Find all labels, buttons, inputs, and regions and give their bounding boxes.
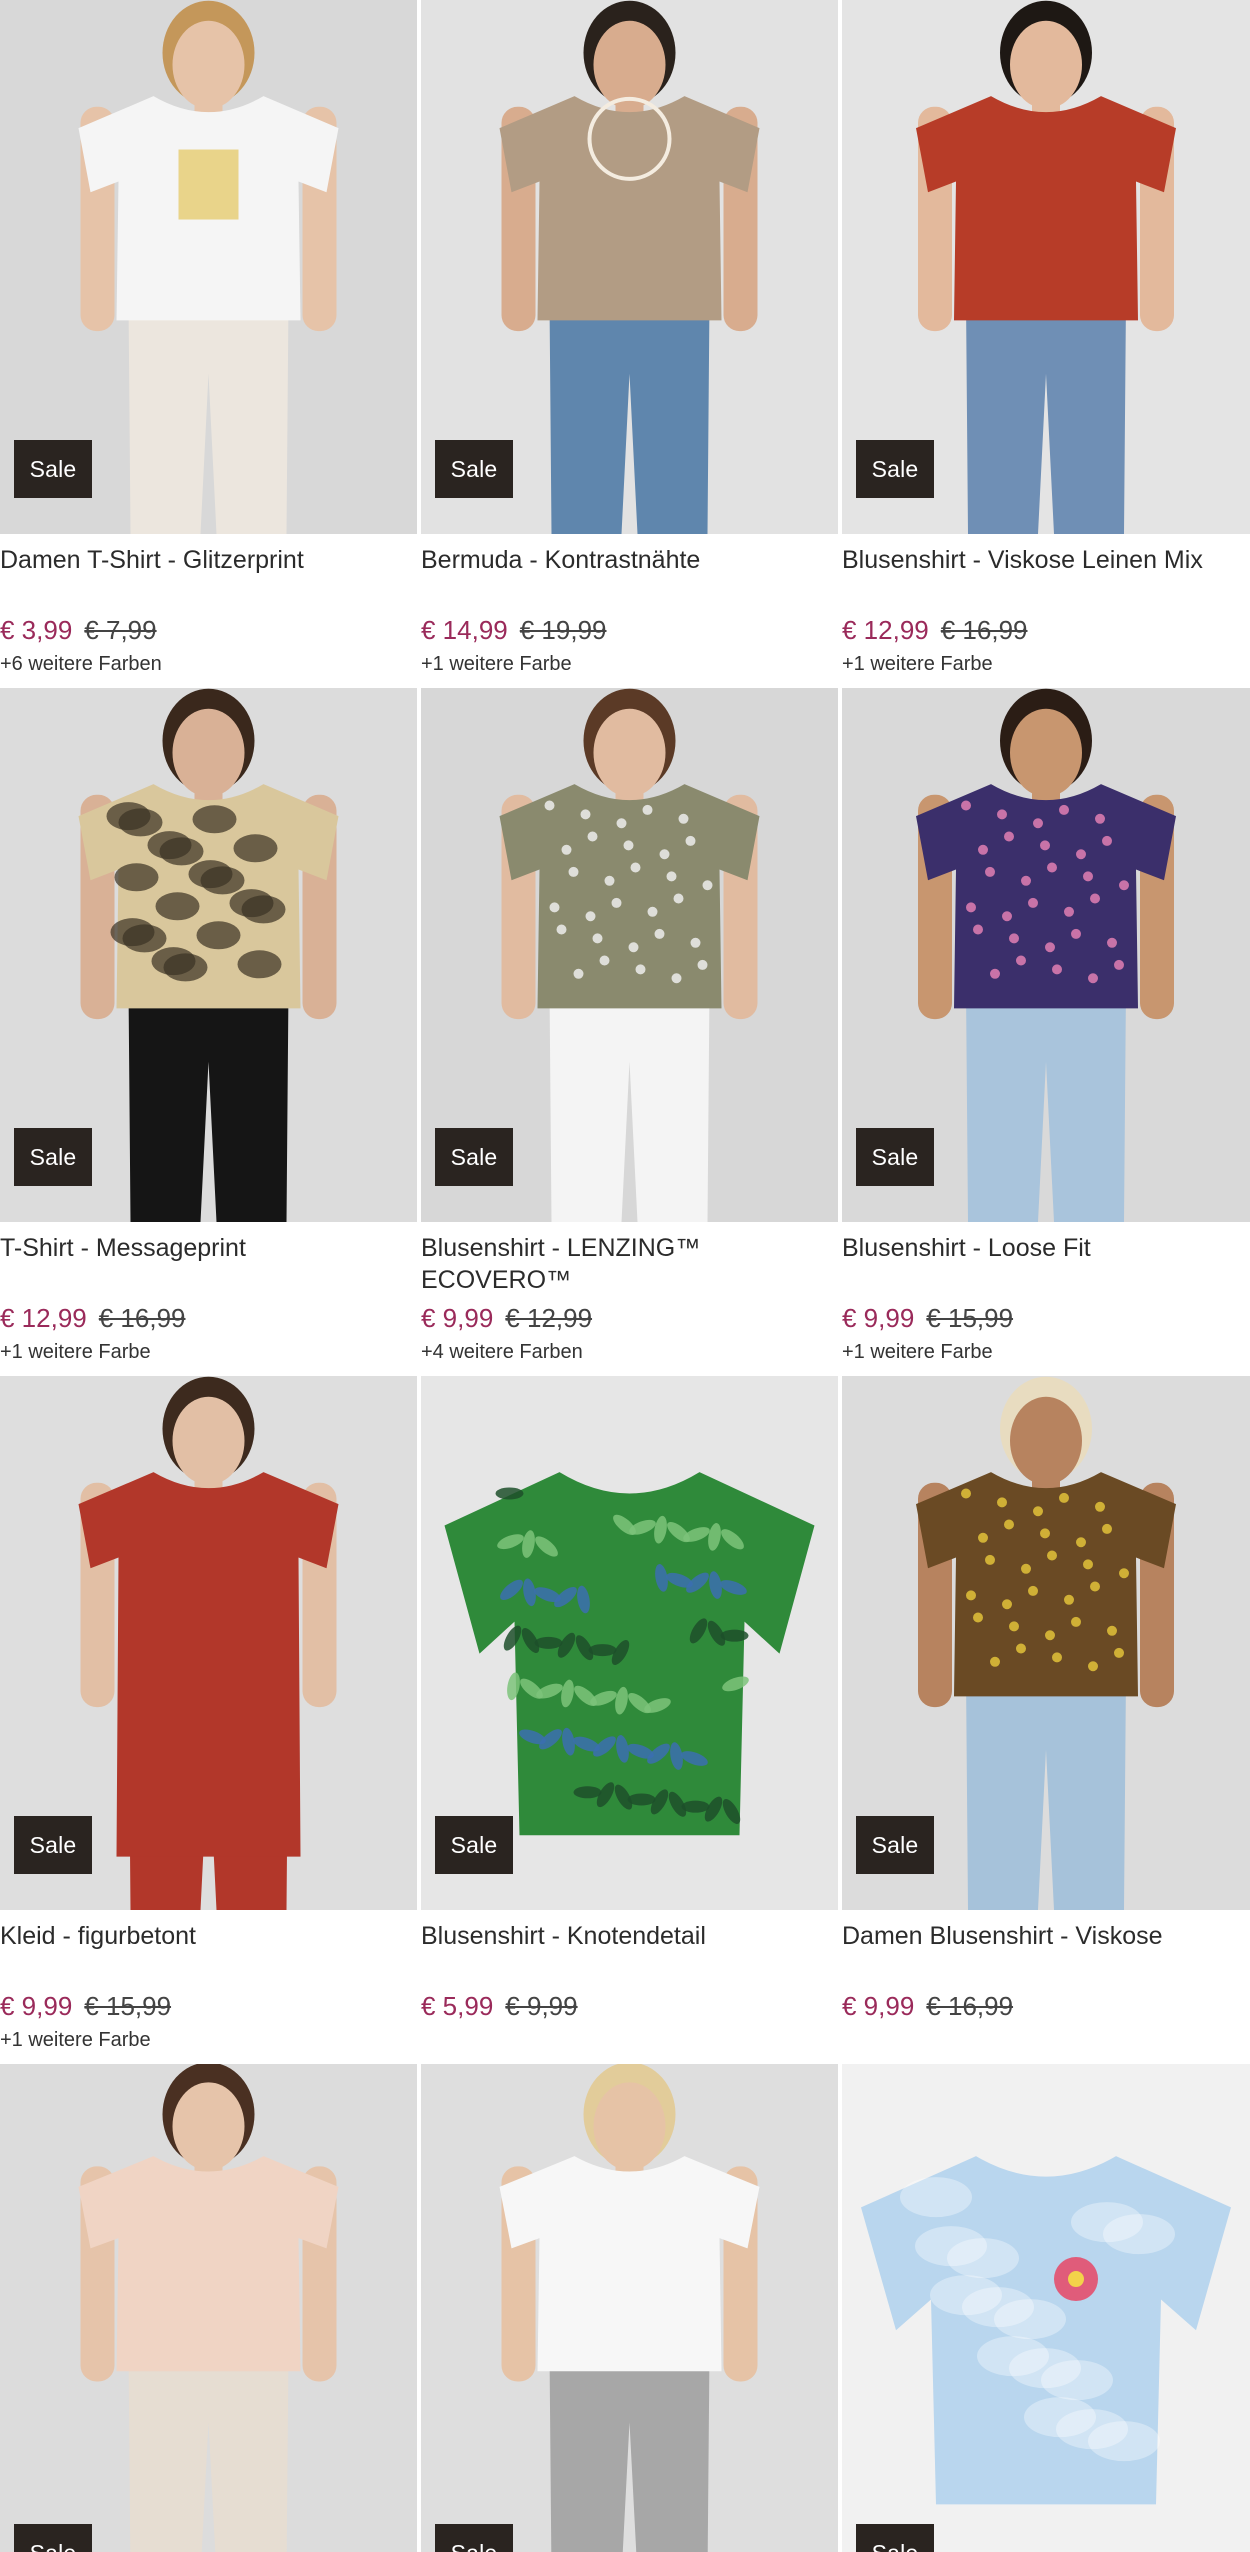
product-image[interactable]: Sale <box>0 2064 417 2552</box>
sale-price: € 9,99 <box>421 1303 494 1333</box>
sale-badge: Sale <box>856 440 934 498</box>
product-image[interactable]: Sale <box>0 1376 417 1910</box>
price-row: € 9,99 € 15,99 <box>842 1302 1250 1334</box>
price-row: € 9,99 € 16,99 <box>842 1990 1250 2022</box>
product-title[interactable]: Kleid - figurbetont <box>0 1920 417 1984</box>
price-row: € 14,99 € 19,99 <box>421 614 838 646</box>
product-photo <box>0 2064 417 2552</box>
sale-badge: Sale <box>435 1128 513 1186</box>
price-row: € 12,99 € 16,99 <box>842 614 1250 646</box>
product-title[interactable]: Blusenshirt - Viskose Leinen Mix <box>842 544 1250 608</box>
product-photo <box>842 2064 1250 2552</box>
sale-badge: Sale <box>435 2524 513 2552</box>
original-price: € 19,99 <box>519 615 607 645</box>
sale-badge: Sale <box>435 440 513 498</box>
product-title[interactable]: Bermuda - Kontrastnähte <box>421 544 838 608</box>
product-title[interactable]: Damen T-Shirt - Glitzerprint <box>0 544 417 608</box>
sale-price: € 12,99 <box>842 615 929 645</box>
product-card[interactable]: Sale Bermuda - Kontrastnähte € 14,99 € 19,9… <box>421 0 838 688</box>
product-card[interactable]: Sale <box>842 2064 1250 2552</box>
more-colors-link[interactable]: +1 weitere Farbe <box>421 652 838 676</box>
sale-price: € 3,99 <box>0 615 73 645</box>
product-image[interactable]: Sale <box>421 2064 838 2552</box>
product-image[interactable]: Sale <box>421 688 838 1222</box>
price-row: € 9,99 € 15,99 <box>0 1990 417 2022</box>
more-colors-link[interactable] <box>421 2028 838 2052</box>
sale-badge: Sale <box>435 1816 513 1874</box>
product-image[interactable]: Sale <box>842 2064 1250 2552</box>
product-card[interactable]: Sale <box>0 2064 417 2552</box>
product-card[interactable]: Sale Blusenshirt - Viskose Leinen Mix € 12… <box>842 0 1250 688</box>
sale-badge: Sale <box>856 2524 934 2552</box>
more-colors-link[interactable]: +1 weitere Farbe <box>0 1340 417 1364</box>
more-colors-link[interactable]: +1 weitere Farbe <box>842 1340 1250 1364</box>
sale-badge: Sale <box>14 1816 92 1874</box>
product-title[interactable]: Blusenshirt - LENZING™ ECOVERO™ <box>421 1232 838 1296</box>
product-card[interactable]: Sale Kleid - figurbetont € 9,99 € 15,99 +1 w… <box>0 1376 417 2064</box>
product-title[interactable]: Blusenshirt - Knotendetail <box>421 1920 838 1984</box>
product-title[interactable]: Damen Blusenshirt - Viskose <box>842 1920 1250 1984</box>
product-photo <box>421 2064 838 2552</box>
sale-badge: Sale <box>856 1128 934 1186</box>
sale-price: € 9,99 <box>842 1991 915 2021</box>
product-card[interactable]: Sale Damen T-Shirt - Glitzerprint € 3,99 € … <box>0 0 417 688</box>
product-card[interactable]: Sale Blusenshirt - Knotendetail € 5,99 € 9,… <box>421 1376 838 2064</box>
original-price: € 9,99 <box>505 1991 578 2021</box>
original-price: € 7,99 <box>84 615 157 645</box>
product-image[interactable]: Sale <box>421 1376 838 1910</box>
product-image[interactable]: Sale <box>421 0 838 534</box>
price-row: € 9,99 € 12,99 <box>421 1302 838 1334</box>
more-colors-link[interactable]: +6 weitere Farben <box>0 652 417 676</box>
sale-price: € 9,99 <box>0 1991 73 2021</box>
sale-badge: Sale <box>14 1128 92 1186</box>
more-colors-link[interactable] <box>842 2028 1250 2052</box>
original-price: € 15,99 <box>926 1303 1014 1333</box>
sale-badge: Sale <box>14 440 92 498</box>
product-card[interactable]: Sale Damen Blusenshirt - Viskose € 9,99 € 1… <box>842 1376 1250 2064</box>
sale-price: € 12,99 <box>0 1303 87 1333</box>
original-price: € 16,99 <box>940 615 1028 645</box>
sale-badge: Sale <box>14 2524 92 2552</box>
original-price: € 15,99 <box>84 1991 172 2021</box>
price-row: € 5,99 € 9,99 <box>421 1990 838 2022</box>
sale-price: € 14,99 <box>421 615 508 645</box>
sale-price: € 5,99 <box>421 1991 494 2021</box>
product-image[interactable]: Sale <box>842 1376 1250 1910</box>
product-title[interactable]: T-Shirt - Messageprint <box>0 1232 417 1296</box>
sale-price: € 9,99 <box>842 1303 915 1333</box>
more-colors-link[interactable]: +1 weitere Farbe <box>842 652 1250 676</box>
original-price: € 16,99 <box>98 1303 186 1333</box>
product-card[interactable]: Sale T-Shirt - Messageprint € 12,99 € 16,99… <box>0 688 417 1376</box>
product-title[interactable]: Blusenshirt - Loose Fit <box>842 1232 1250 1296</box>
product-image[interactable]: Sale <box>842 688 1250 1222</box>
product-image[interactable]: Sale <box>0 688 417 1222</box>
product-card[interactable]: Sale Blusenshirt - Loose Fit € 9,99 € 15,99… <box>842 688 1250 1376</box>
more-colors-link[interactable]: +4 weitere Farben <box>421 1340 838 1364</box>
product-image[interactable]: Sale <box>842 0 1250 534</box>
product-card[interactable]: Sale Blusenshirt - LENZING™ ECOVERO™ € 9,9… <box>421 688 838 1376</box>
product-grid: Sale Damen T-Shirt - Glitzerprint € 3,99 € … <box>0 0 1250 2552</box>
more-colors-link[interactable]: +1 weitere Farbe <box>0 2028 417 2052</box>
price-row: € 3,99 € 7,99 <box>0 614 417 646</box>
sale-badge: Sale <box>856 1816 934 1874</box>
original-price: € 12,99 <box>505 1303 593 1333</box>
product-card[interactable]: Sale <box>421 2064 838 2552</box>
product-image[interactable]: Sale <box>0 0 417 534</box>
price-row: € 12,99 € 16,99 <box>0 1302 417 1334</box>
original-price: € 16,99 <box>926 1991 1014 2021</box>
